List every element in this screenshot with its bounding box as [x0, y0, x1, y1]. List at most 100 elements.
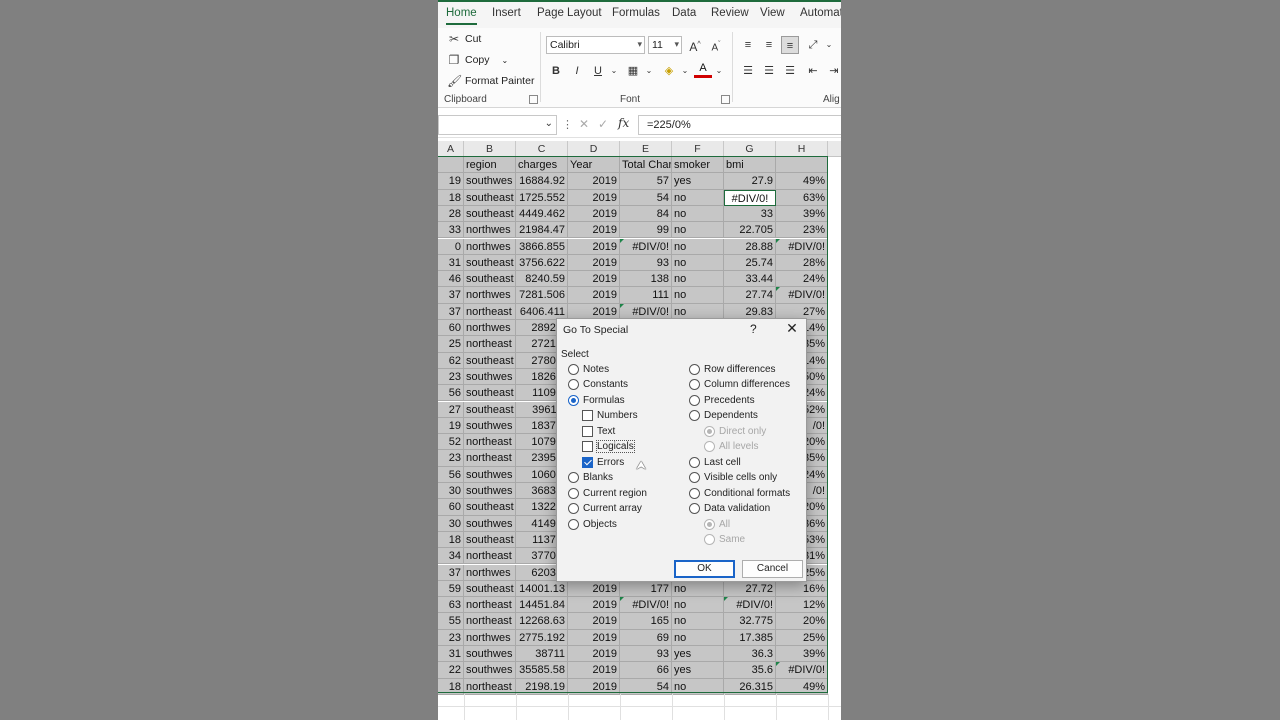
- radio-validation-same[interactable]: [704, 534, 715, 545]
- cell[interactable]: 38711: [516, 646, 568, 663]
- header-cell[interactable]: bmi: [724, 157, 776, 174]
- column-header-g[interactable]: G: [724, 141, 776, 157]
- cell[interactable]: 23: [438, 368, 464, 386]
- radio-validation-all[interactable]: [704, 519, 715, 530]
- cell[interactable]: southwes: [464, 173, 516, 190]
- chevron-down-icon[interactable]: ⌄: [502, 56, 509, 65]
- cell[interactable]: 28: [438, 205, 464, 223]
- cell[interactable]: #DIV/0!: [724, 597, 776, 614]
- cell[interactable]: 46: [438, 271, 464, 288]
- chevron-down-icon[interactable]: ⌄: [820, 36, 838, 54]
- cell[interactable]: 37: [438, 564, 464, 581]
- cell[interactable]: 4449.462: [516, 205, 568, 223]
- checkbox-errors[interactable]: [582, 457, 593, 468]
- font-size-combo[interactable]: 11 ▾: [648, 36, 682, 54]
- cell[interactable]: 19: [438, 173, 464, 190]
- chevron-down-icon[interactable]: ⌄: [676, 62, 694, 80]
- cell[interactable]: 62: [438, 352, 464, 369]
- cell[interactable]: no: [672, 580, 724, 598]
- cell[interactable]: 54: [620, 678, 672, 695]
- cell[interactable]: 33.44: [724, 271, 776, 288]
- cell[interactable]: yes: [672, 646, 724, 663]
- cell[interactable]: 60: [438, 320, 464, 337]
- cell[interactable]: 25%: [776, 629, 828, 646]
- cancel-button[interactable]: Cancel: [742, 560, 803, 578]
- cell[interactable]: 2019: [568, 597, 620, 614]
- copy-button[interactable]: ❐ Copy ⌄: [447, 53, 509, 67]
- cell[interactable]: 33: [438, 222, 464, 239]
- cell[interactable]: #DIV/0!: [776, 662, 828, 679]
- cell[interactable]: 23%: [776, 222, 828, 239]
- align-top-icon[interactable]: ≡: [739, 36, 757, 54]
- cell[interactable]: northeast: [464, 336, 516, 353]
- cell[interactable]: 177: [620, 580, 672, 598]
- cell[interactable]: northeast: [464, 548, 516, 565]
- cell[interactable]: southeast: [464, 205, 516, 223]
- cell[interactable]: no: [672, 629, 724, 646]
- column-header-d[interactable]: D: [568, 141, 620, 157]
- option-blanks[interactable]: Blanks: [568, 472, 613, 483]
- cell[interactable]: 2019: [568, 205, 620, 223]
- cell[interactable]: 2019: [568, 238, 620, 255]
- option-notes[interactable]: Notes: [568, 364, 609, 375]
- option-dependents[interactable]: Dependents: [689, 410, 758, 421]
- cell[interactable]: no: [672, 613, 724, 630]
- close-icon[interactable]: ✕: [784, 320, 800, 337]
- option-direct-only[interactable]: Direct only: [704, 426, 766, 437]
- cell[interactable]: northeast: [464, 434, 516, 451]
- tab-review[interactable]: Review: [711, 7, 749, 19]
- help-icon[interactable]: ?: [750, 322, 757, 336]
- cell[interactable]: 17.385: [724, 629, 776, 646]
- cell[interactable]: 27.9: [724, 173, 776, 190]
- cell[interactable]: 2019: [568, 271, 620, 288]
- radio-direct-only[interactable]: [704, 426, 715, 437]
- cell[interactable]: 49%: [776, 173, 828, 190]
- cell[interactable]: 84: [620, 205, 672, 223]
- option-formulas[interactable]: Formulas: [568, 395, 625, 406]
- radio-row-differences[interactable]: [689, 364, 700, 375]
- align-right-icon[interactable]: ☰: [781, 62, 799, 80]
- cell[interactable]: 36.3: [724, 646, 776, 663]
- cell[interactable]: 31: [438, 646, 464, 663]
- align-bottom-icon[interactable]: ≡: [781, 36, 799, 54]
- cell[interactable]: southwes: [464, 466, 516, 483]
- option-constants[interactable]: Constants: [568, 379, 628, 390]
- cell[interactable]: 35.6: [724, 662, 776, 679]
- italic-button[interactable]: I: [568, 62, 586, 80]
- option-all-levels[interactable]: All levels: [704, 441, 758, 452]
- cell[interactable]: southeast: [464, 580, 516, 598]
- cell[interactable]: northwes: [464, 320, 516, 337]
- cell[interactable]: 60: [438, 499, 464, 516]
- cell[interactable]: 63: [438, 597, 464, 614]
- header-cell[interactable]: smoker: [672, 157, 724, 174]
- cell[interactable]: 31: [438, 254, 464, 272]
- cell[interactable]: 23: [438, 629, 464, 646]
- radio-precedents[interactable]: [689, 395, 700, 406]
- cell[interactable]: no: [672, 287, 724, 304]
- tab-data[interactable]: Data: [672, 7, 696, 19]
- cell[interactable]: 25: [438, 336, 464, 353]
- cell[interactable]: 56: [438, 466, 464, 483]
- cell[interactable]: southwes: [464, 483, 516, 500]
- cell[interactable]: 2019: [568, 173, 620, 190]
- cell[interactable]: 22: [438, 662, 464, 679]
- cell[interactable]: 2019: [568, 613, 620, 630]
- cell[interactable]: no: [672, 254, 724, 272]
- cell[interactable]: northwes: [464, 564, 516, 581]
- cell[interactable]: #DIV/0!: [776, 287, 828, 304]
- cell[interactable]: no: [672, 678, 724, 695]
- cell[interactable]: 22.705: [724, 222, 776, 239]
- option-validation-all[interactable]: All: [704, 519, 730, 530]
- header-cell[interactable]: charges: [516, 157, 568, 174]
- option-visible-cells-only[interactable]: Visible cells only: [689, 472, 777, 483]
- cell[interactable]: 7281.506: [516, 287, 568, 304]
- cell[interactable]: 56: [438, 385, 464, 402]
- cell[interactable]: 2019: [568, 222, 620, 239]
- cell[interactable]: 54: [620, 189, 672, 206]
- header-cell[interactable]: Total Char: [620, 157, 672, 174]
- cell[interactable]: 3756.622: [516, 254, 568, 272]
- cell[interactable]: southeast: [464, 271, 516, 288]
- confirm-entry-icon[interactable]: ✓: [598, 117, 608, 131]
- cancel-entry-icon[interactable]: ✕: [579, 117, 589, 131]
- cell[interactable]: 35585.58: [516, 662, 568, 679]
